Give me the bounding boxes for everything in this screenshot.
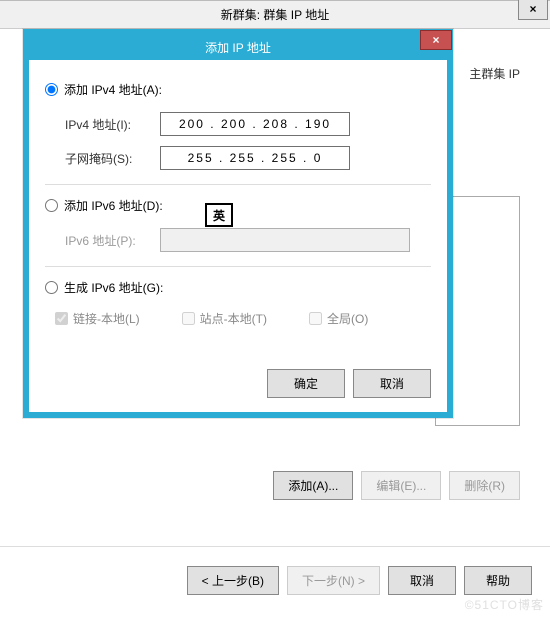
help-button[interactable]: 帮助 bbox=[464, 566, 532, 595]
add-ip-dialog: 添加 IP 地址 × 添加 IPv4 地址(A): IPv4 地址(I): 20… bbox=[23, 29, 453, 418]
subnet-mask-input[interactable]: 255 . 255 . 255 . 0 bbox=[160, 146, 350, 170]
ipv4-address-label: IPv4 地址(I): bbox=[65, 116, 160, 133]
gen-ipv6-options: 链接-本地(L) 站点-本地(T) 全局(O) bbox=[55, 310, 431, 327]
wizard-buttons: < 上一步(B) 下一步(N) > 取消 帮助 bbox=[187, 566, 532, 595]
close-icon: × bbox=[432, 33, 439, 47]
parent-titlebar: 新群集: 群集 IP 地址 × bbox=[0, 1, 550, 29]
ip-list-buttons: 添加(A)... 编辑(E)... 删除(R) bbox=[273, 471, 520, 500]
modal-close-button[interactable]: × bbox=[420, 30, 452, 50]
modal-cancel-button[interactable]: 取消 bbox=[353, 369, 431, 398]
ipv4-address-input[interactable]: 200 . 200 . 208 . 190 bbox=[160, 112, 350, 136]
new-cluster-window: 新群集: 群集 IP 地址 × 主群集 IP 添加(A)... 编辑(E)...… bbox=[0, 0, 550, 617]
ipv6-address-row: IPv6 地址(P): bbox=[65, 228, 431, 252]
modal-titlebar: 添加 IP 地址 × bbox=[28, 34, 448, 60]
modal-title: 添加 IP 地址 bbox=[205, 39, 271, 56]
back-button[interactable]: < 上一步(B) bbox=[187, 566, 279, 595]
modal-footer: 确定 取消 bbox=[45, 369, 431, 398]
ipv6-radio-row[interactable]: 添加 IPv6 地址(D): bbox=[45, 197, 431, 214]
link-local-option: 链接-本地(L) bbox=[55, 310, 140, 327]
link-local-checkbox bbox=[55, 312, 68, 325]
divider bbox=[0, 546, 550, 547]
parent-title: 新群集: 群集 IP 地址 bbox=[221, 6, 329, 23]
subnet-mask-label: 子网掩码(S): bbox=[65, 150, 160, 167]
ipv6-radio-label: 添加 IPv6 地址(D): bbox=[64, 197, 163, 214]
gen-ipv6-radio[interactable] bbox=[45, 281, 58, 294]
close-icon: × bbox=[529, 2, 536, 16]
ok-button[interactable]: 确定 bbox=[267, 369, 345, 398]
site-local-option: 站点-本地(T) bbox=[182, 310, 267, 327]
ipv4-radio-row[interactable]: 添加 IPv4 地址(A): bbox=[45, 81, 431, 98]
gen-ipv6-radio-row[interactable]: 生成 IPv6 地址(G): bbox=[45, 279, 431, 296]
section-divider bbox=[45, 184, 431, 185]
ipv6-address-label: IPv6 地址(P): bbox=[65, 232, 160, 249]
modal-body: 添加 IPv4 地址(A): IPv4 地址(I): 200 . 200 . 2… bbox=[29, 59, 447, 412]
ipv4-radio[interactable] bbox=[45, 83, 58, 96]
next-button: 下一步(N) > bbox=[287, 566, 380, 595]
gen-ipv6-radio-label: 生成 IPv6 地址(G): bbox=[64, 279, 163, 296]
edit-button: 编辑(E)... bbox=[361, 471, 441, 500]
ipv4-address-row: IPv4 地址(I): 200 . 200 . 208 . 190 bbox=[65, 112, 431, 136]
watermark: ©51CTO博客 bbox=[465, 596, 544, 613]
link-local-label: 链接-本地(L) bbox=[73, 310, 140, 327]
ipv4-radio-label: 添加 IPv4 地址(A): bbox=[64, 81, 162, 98]
global-label: 全局(O) bbox=[327, 310, 368, 327]
global-checkbox bbox=[309, 312, 322, 325]
site-local-label: 站点-本地(T) bbox=[200, 310, 267, 327]
ipv6-address-input bbox=[160, 228, 410, 252]
ime-indicator[interactable]: 英 bbox=[205, 203, 233, 227]
cancel-button[interactable]: 取消 bbox=[388, 566, 456, 595]
add-button[interactable]: 添加(A)... bbox=[273, 471, 353, 500]
section-divider-2 bbox=[45, 266, 431, 267]
subnet-mask-row: 子网掩码(S): 255 . 255 . 255 . 0 bbox=[65, 146, 431, 170]
site-local-checkbox bbox=[182, 312, 195, 325]
parent-close-button[interactable]: × bbox=[518, 0, 548, 20]
ipv6-radio[interactable] bbox=[45, 199, 58, 212]
remove-button: 删除(R) bbox=[449, 471, 520, 500]
parent-hint-text: 主群集 IP bbox=[469, 65, 520, 82]
global-option: 全局(O) bbox=[309, 310, 368, 327]
